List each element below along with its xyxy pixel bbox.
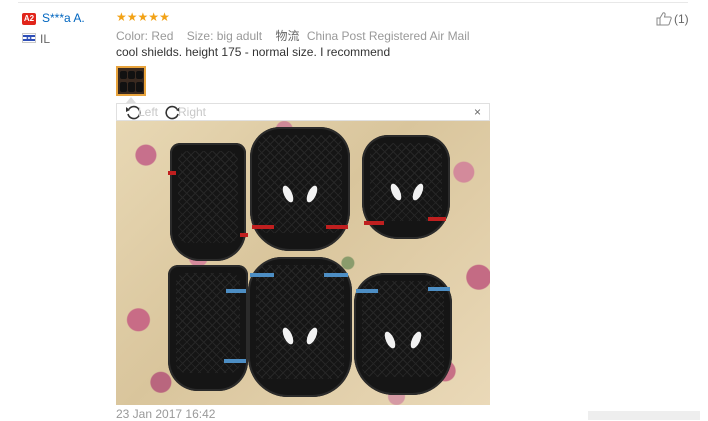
color-value: Red xyxy=(151,29,174,43)
rotate-left-button[interactable]: Left xyxy=(125,104,158,120)
review-photo-thumbnail[interactable] xyxy=(116,66,146,96)
rotate-left-label: Left xyxy=(138,105,159,119)
review-photo xyxy=(116,121,490,405)
reviewer-name: S***a A. xyxy=(42,11,85,25)
photo-viewer-toolbar: Left Right × xyxy=(116,103,490,121)
top-divider xyxy=(18,2,688,3)
star-icon: ★ xyxy=(116,10,127,24)
star-icon: ★ xyxy=(126,10,138,24)
rating-stars: ★ ★ ★ ★ ★ xyxy=(116,10,170,24)
star-icon: ★ xyxy=(148,10,160,24)
shipping-label: 物流 xyxy=(275,29,300,43)
star-icon: ★ xyxy=(159,10,170,24)
wrist-guard-left-bottom xyxy=(168,265,248,391)
elbow-pad-bottom xyxy=(248,257,352,397)
footer-block xyxy=(588,411,700,420)
rotate-right-button[interactable]: Right xyxy=(165,104,206,120)
helpful-count: (1) xyxy=(674,12,689,26)
elbow-pad-top xyxy=(250,127,350,251)
size-value: big adult xyxy=(216,29,263,43)
color-label: Color: xyxy=(116,29,149,43)
rotate-right-label: Right xyxy=(178,105,207,119)
thumbs-up-icon xyxy=(656,12,672,26)
helpful-button[interactable]: (1) xyxy=(656,12,689,26)
size-label: Size: xyxy=(186,29,214,43)
shipping-value: China Post Registered Air Mail xyxy=(306,29,470,43)
reviewer-level-badge: A2 xyxy=(22,13,36,25)
order-attributes: Color: Red Size: big adult 物流 China Post… xyxy=(116,27,480,44)
review-text: cool shields. height 175 - normal size. … xyxy=(116,45,391,59)
star-icon: ★ xyxy=(137,10,149,24)
close-viewer-button[interactable]: × xyxy=(474,105,481,119)
wrist-guard-left-top xyxy=(170,143,246,261)
reviewer-country: IL xyxy=(40,32,51,46)
review-timestamp: 23 Jan 2017 16:42 xyxy=(116,407,216,421)
israel-flag-icon xyxy=(22,33,36,43)
